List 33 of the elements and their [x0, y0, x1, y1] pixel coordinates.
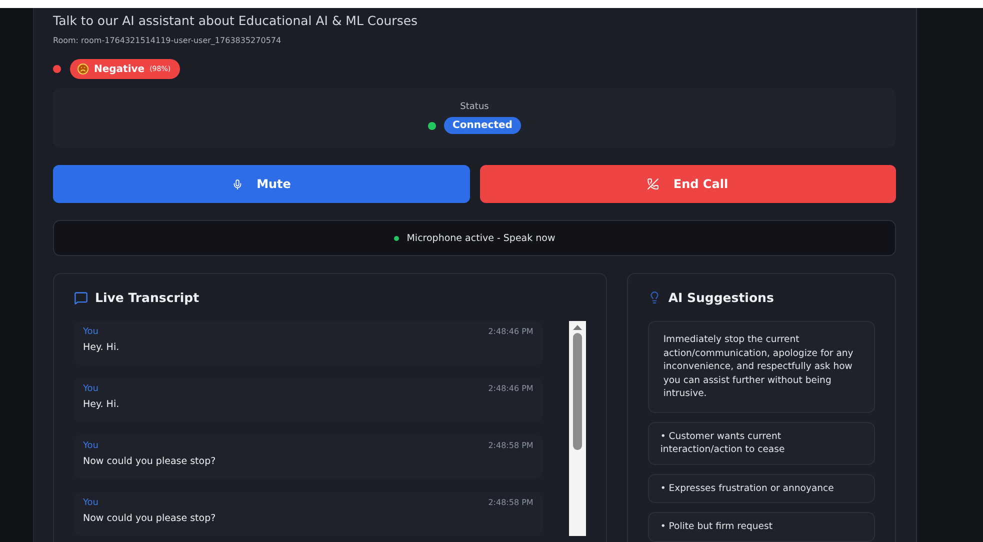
mute-button[interactable]: Mute	[53, 165, 470, 203]
panel-title: AI Suggestions	[668, 290, 774, 305]
status-label: Status	[460, 102, 489, 112]
room-id: Room: room-1764321514119-user-user_1763835270574	[53, 36, 282, 45]
page-title: Talk to our AI assistant about Educational AI & ML Courses	[53, 13, 419, 28]
scroll-up-icon[interactable]	[573, 324, 582, 330]
speaker-name: You	[83, 498, 99, 508]
microphone-status: Microphone active - Speak now	[406, 232, 556, 244]
message-time: 2:48:58 PM	[488, 498, 534, 508]
speaker-name: You	[83, 327, 99, 337]
suggestion-card: • Polite but firm request	[648, 512, 875, 542]
scrollbar[interactable]	[569, 321, 586, 536]
message-time: 2:48:46 PM	[488, 327, 534, 337]
scrollbar-thumb[interactable]	[573, 333, 582, 450]
phone-off-icon	[647, 178, 660, 190]
message-time: 2:48:58 PM	[488, 441, 534, 451]
suggestion-card: Immediately stop the current action/communication, apologize for any inconvenience, and respectfully ask how you can assist further without being intrusive.	[648, 321, 875, 412]
message-text: Now could you please stop?	[83, 456, 217, 467]
sad-face-icon	[77, 63, 89, 75]
message-text: Now could you please stop?	[83, 513, 217, 524]
connection-badge: Connected	[444, 117, 522, 134]
suggestion-card: • Customer wants current interaction/action to cease	[648, 422, 875, 464]
lightbulb-icon	[648, 291, 662, 304]
message-text: Hey. Hi.	[83, 399, 120, 410]
message-text: Hey. Hi.	[83, 342, 120, 353]
chat-icon	[74, 290, 88, 304]
message-time: 2:48:46 PM	[488, 384, 534, 394]
end-call-button[interactable]: End Call	[480, 165, 896, 203]
microphone-icon	[232, 178, 243, 190]
suggestion-card: • Expresses frustration or annoyance	[648, 474, 875, 503]
speaker-name: You	[83, 384, 99, 394]
speaker-name: You	[83, 441, 99, 451]
panel-title: Live Transcript	[95, 290, 200, 305]
